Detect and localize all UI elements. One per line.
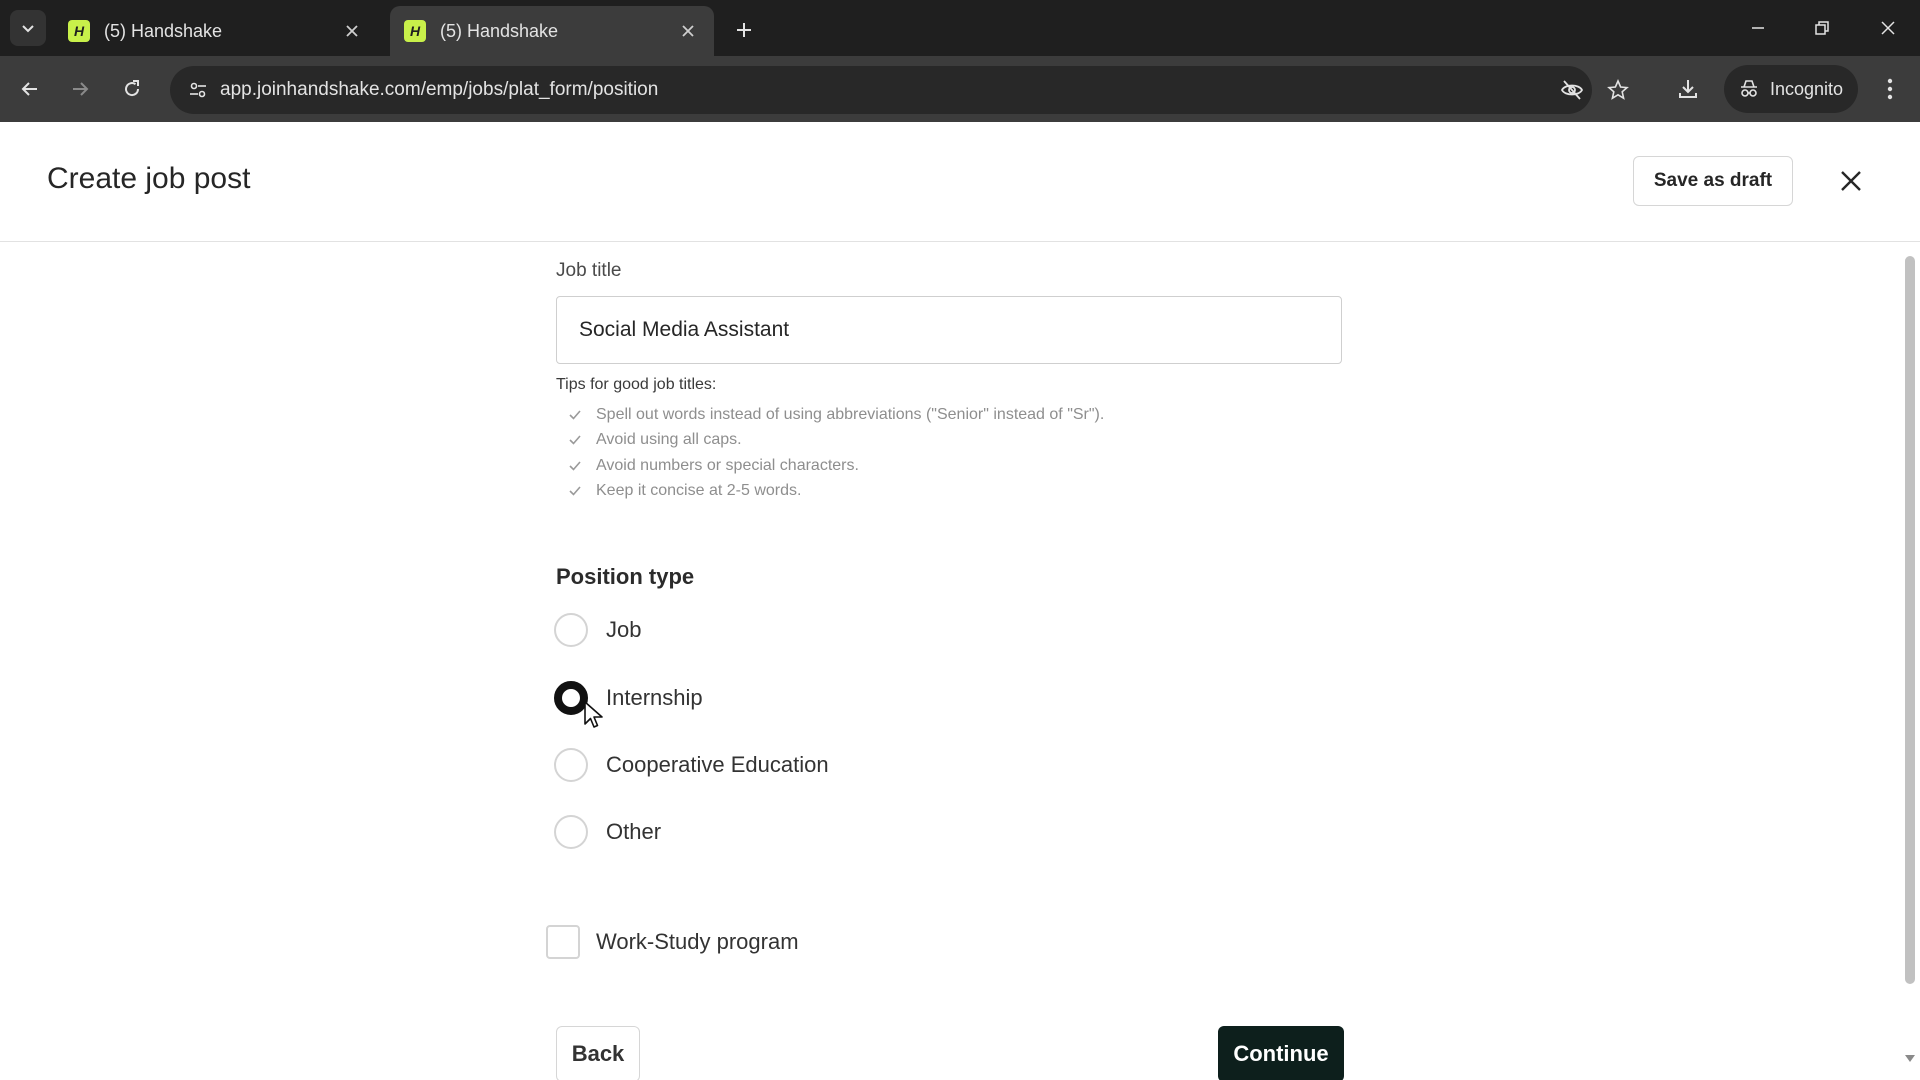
chevron-down-icon (22, 25, 34, 33)
check-icon (568, 460, 586, 472)
tip-text: Keep it concise at 2-5 words. (596, 482, 802, 500)
work-study-label[interactable]: Work-Study program (596, 929, 799, 955)
minimize-icon (1752, 27, 1764, 29)
minimize-button[interactable] (1736, 10, 1780, 46)
plus-icon (737, 23, 751, 37)
radio-button[interactable] (554, 613, 588, 647)
tips-list: Spell out words instead of using abbrevi… (568, 402, 1104, 504)
radio-label[interactable]: Job (606, 617, 641, 643)
browser-tabstrip: H (5) Handshake H (5) Handshake (0, 0, 1920, 56)
incognito-icon (1741, 80, 1757, 97)
radio-label[interactable]: Other (606, 819, 661, 845)
tab-title: (5) Handshake (440, 20, 559, 41)
work-study-option[interactable]: Work-Study program (546, 924, 799, 960)
eye-off-icon (1560, 80, 1584, 100)
close-icon (346, 25, 358, 37)
forward-nav-button[interactable] (62, 71, 98, 107)
tips-heading: Tips for good job titles: (556, 376, 717, 393)
radio-label[interactable]: Internship (606, 685, 703, 711)
caret-down-icon (1905, 1055, 1915, 1062)
job-title-label: Job title (556, 260, 622, 281)
position-option-other[interactable]: Other (554, 814, 661, 850)
check-icon (568, 485, 586, 497)
handshake-favicon-icon: H (404, 20, 426, 42)
tab-title: (5) Handshake (104, 20, 223, 41)
page-scrollbar[interactable] (1900, 242, 1920, 1080)
page-header: Create job post Save as draft (0, 122, 1920, 242)
site-info-button[interactable] (180, 72, 216, 108)
close-button[interactable] (1830, 160, 1872, 202)
browser-menu-button[interactable] (1872, 71, 1908, 107)
tip-text: Avoid numbers or special characters. (596, 456, 859, 474)
radio-button[interactable] (554, 748, 588, 782)
position-option-internship[interactable]: Internship (554, 680, 703, 716)
save-as-draft-button[interactable]: Save as draft (1633, 156, 1793, 206)
radio-button[interactable] (554, 815, 588, 849)
forward-arrow-icon (73, 82, 89, 96)
work-study-checkbox[interactable] (546, 925, 580, 959)
restore-button[interactable] (1800, 10, 1844, 46)
job-title-input[interactable] (556, 296, 1342, 364)
tab-close-button[interactable] (340, 19, 364, 43)
new-tab-button[interactable] (728, 14, 760, 46)
tip-text: Avoid using all caps. (596, 431, 742, 449)
position-option-job[interactable]: Job (554, 612, 641, 648)
tip-text: Spell out words instead of using abbrevi… (596, 405, 1105, 423)
url-text[interactable]: app.joinhandshake.com/emp/jobs/plat_form… (220, 66, 658, 114)
tip-item: Spell out words instead of using abbrevi… (568, 402, 1104, 428)
check-icon (568, 409, 586, 421)
site-settings-icon (190, 82, 206, 98)
more-vert-icon (1887, 78, 1893, 100)
address-bar[interactable]: app.joinhandshake.com/emp/jobs/plat_form… (170, 66, 1629, 114)
tracking-protection-button[interactable] (1554, 72, 1590, 108)
download-icon (1679, 80, 1697, 98)
handshake-favicon-icon: H (68, 20, 90, 42)
cursor-icon (584, 701, 603, 728)
close-icon (1881, 21, 1895, 35)
back-arrow-icon (21, 82, 37, 96)
tab-search-button[interactable] (10, 10, 46, 46)
close-icon (682, 25, 694, 37)
downloads-button[interactable] (1670, 71, 1706, 107)
scrollbar-thumb[interactable] (1905, 256, 1915, 984)
tip-item: Avoid numbers or special characters. (568, 453, 1104, 479)
back-nav-button[interactable] (12, 71, 48, 107)
reload-button[interactable] (114, 71, 150, 107)
incognito-label: Incognito (1770, 78, 1844, 99)
reload-icon (125, 80, 140, 97)
close-window-button[interactable] (1866, 10, 1910, 46)
job-post-form: Job title Tips for good job titles: Spel… (0, 242, 1900, 1080)
browser-tab-1[interactable]: H (5) Handshake (54, 6, 378, 56)
incognito-profile-button[interactable]: Incognito (1724, 65, 1858, 113)
position-option-cooperative-education[interactable]: Cooperative Education (554, 747, 829, 783)
position-type-heading: Position type (556, 564, 695, 589)
tip-item: Keep it concise at 2-5 words. (568, 479, 1104, 505)
radio-label[interactable]: Cooperative Education (606, 752, 829, 778)
tab-close-button[interactable] (676, 19, 700, 43)
continue-button[interactable]: Continue (1218, 1026, 1344, 1080)
scroll-down-arrow[interactable] (1905, 1054, 1915, 1064)
browser-tab-2[interactable]: H (5) Handshake (390, 6, 714, 56)
check-icon (568, 434, 586, 446)
restore-icon (1815, 21, 1829, 35)
bookmark-button[interactable] (1600, 72, 1636, 108)
page-title: Create job post (47, 162, 251, 195)
close-icon (1841, 171, 1861, 191)
star-icon (1607, 79, 1629, 100)
back-button[interactable]: Back (556, 1026, 640, 1080)
tip-item: Avoid using all caps. (568, 428, 1104, 454)
browser-toolbar: app.joinhandshake.com/emp/jobs/plat_form… (0, 56, 1920, 122)
